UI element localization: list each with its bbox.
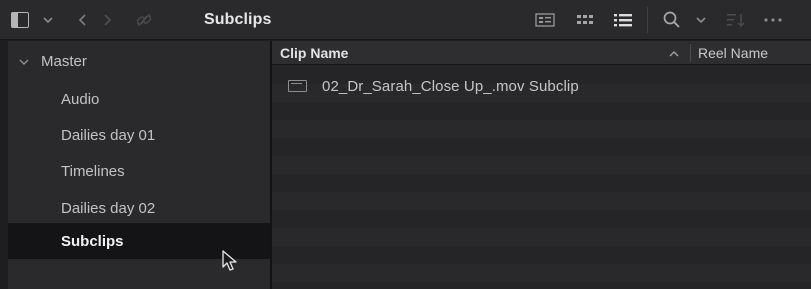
search-icon[interactable]	[662, 10, 682, 30]
chevron-down-icon[interactable]	[18, 55, 30, 67]
table-row[interactable]: 02_Dr_Sarah_Close Up_.mov Subclip	[272, 74, 811, 98]
clip-name-cell: 02_Dr_Sarah_Close Up_.mov Subclip	[322, 77, 579, 95]
link-icon[interactable]	[135, 11, 153, 29]
table-header: Clip Name Reel Name	[272, 41, 811, 65]
sidebar-item-label: Master	[41, 52, 87, 70]
row-stripe	[272, 228, 811, 246]
toolbar-left-group	[8, 0, 196, 40]
toolbar-separator	[647, 7, 648, 33]
row-stripe	[272, 246, 811, 264]
sidebar-item-master[interactable]: Master	[8, 43, 270, 79]
mouse-pointer-icon	[221, 250, 239, 272]
sidebar-item-label: Timelines	[61, 162, 125, 180]
column-divider[interactable]	[690, 44, 691, 62]
row-stripe	[272, 210, 811, 228]
chevron-down-icon[interactable]	[694, 13, 708, 27]
back-arrow-icon[interactable]	[77, 13, 89, 27]
filmstrip-view-icon[interactable]	[535, 12, 555, 28]
sort-icon[interactable]	[726, 11, 746, 29]
sidebar-item-audio[interactable]: Audio	[8, 81, 270, 117]
panel-toggle-icon[interactable]	[8, 12, 29, 28]
row-stripe	[272, 192, 811, 210]
row-stripe	[272, 102, 811, 120]
chevron-down-icon[interactable]	[41, 13, 55, 27]
more-options-icon[interactable]	[762, 11, 784, 29]
sidebar-item-label: Dailies day 02	[61, 199, 156, 217]
toolbar-title: Subclips	[204, 11, 272, 28]
sidebar-item-dailies-day-02[interactable]: Dailies day 02	[8, 190, 270, 226]
sidebar-item-label: Audio	[61, 90, 100, 108]
thumbnail-view-icon[interactable]	[575, 12, 595, 28]
row-stripe	[272, 282, 811, 289]
row-stripe	[272, 156, 811, 174]
row-stripe	[272, 120, 811, 138]
sidebar-item-label: Dailies day 01	[61, 126, 156, 144]
sort-ascending-icon[interactable]	[668, 47, 680, 59]
row-stripe	[272, 264, 811, 282]
column-header-reel-name[interactable]: Reel Name	[698, 41, 768, 65]
list-view-icon[interactable]	[613, 12, 633, 28]
clip-list: Clip Name Reel Name 02_Dr_Sarah_Close Up…	[272, 41, 811, 289]
sidebar-item-timelines[interactable]: Timelines	[8, 153, 270, 189]
sidebar-item-dailies-day-01[interactable]: Dailies day 01	[8, 117, 270, 153]
row-stripe	[272, 174, 811, 192]
video-clip-icon	[288, 80, 307, 92]
toolbar-right-group	[525, 0, 811, 40]
column-header-clip-name[interactable]: Clip Name	[280, 41, 348, 65]
forward-arrow-icon[interactable]	[101, 13, 113, 27]
media-pool-window: Subclips Master Audio Dailies day 01 Tim…	[0, 0, 811, 289]
toolbar: Subclips	[0, 0, 811, 40]
sidebar-item-label: Subclips	[61, 232, 124, 250]
row-stripe	[272, 138, 811, 156]
